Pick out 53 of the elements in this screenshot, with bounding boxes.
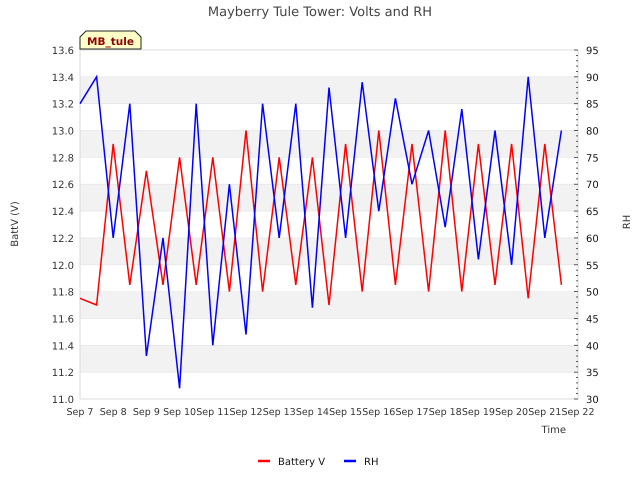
y-tick-label: 11.0: [52, 395, 74, 406]
x-axis-label: Time: [542, 425, 566, 436]
x-tick-label: Sep 9: [132, 407, 160, 418]
x-tick-label: Sep 7: [66, 407, 94, 418]
y2-tick-label: 90: [586, 72, 599, 84]
y2-tick-label: 65: [586, 207, 599, 218]
y2-axis-label: RH: [622, 214, 633, 230]
x-tick-label: Sep 10: [163, 407, 196, 418]
x-tick-label: Sep 17: [396, 407, 428, 418]
y2-tick-label: 35: [586, 368, 599, 380]
legend-label: Battery V: [278, 457, 326, 468]
x-tick-label: Sep 13: [262, 407, 296, 418]
x-tick-label: Sep 11: [196, 407, 230, 418]
legend-label: RH: [364, 457, 378, 468]
y-tick-label: 11.6: [52, 314, 74, 326]
y2-tick-label: 50: [586, 288, 599, 299]
y-tick-label: 12.8: [52, 153, 74, 164]
y-tick-label: 12.6: [52, 180, 74, 192]
y2-tick-label: 95: [586, 46, 599, 57]
y2-tick-label: 75: [586, 153, 599, 164]
chart-title: Mayberry Tule Tower: Volts and RH: [208, 5, 432, 20]
x-tick-label: Sep 8: [100, 407, 127, 418]
y2-tick-label: 40: [586, 341, 599, 352]
y-tick-label: 13.2: [52, 100, 74, 111]
y-tick-label: 11.2: [52, 368, 74, 380]
y2-tick-label: 30: [586, 395, 599, 406]
x-tick-label: Sep 18: [428, 407, 462, 418]
y2-tick-label: 60: [586, 234, 599, 245]
y2-tick-label: 45: [586, 314, 599, 326]
x-tick-label: Sep 21: [528, 407, 562, 418]
x-tick-label: Sep 14: [296, 407, 329, 418]
x-tick-label: Sep 19: [462, 407, 495, 418]
site-label: MB_tule: [80, 30, 142, 50]
y-tick-label: 13.0: [52, 126, 74, 138]
x-tick-label: Sep 20: [495, 407, 528, 418]
y-tick-label: 12.0: [52, 260, 74, 272]
y2-tick-label: 80: [586, 126, 599, 138]
legend-swatch: [344, 460, 356, 462]
y-axis-label: BattV (V): [10, 201, 21, 247]
x-tick-label: Sep 16: [362, 407, 396, 418]
y-tick-label: 11.8: [52, 288, 74, 299]
y2-tick-label: 55: [586, 260, 599, 272]
y-tick-label: 11.4: [52, 341, 74, 352]
y-tick-label: 13.4: [52, 72, 74, 84]
y2-tick-label: 85: [586, 100, 599, 111]
y-tick-label: 12.4: [52, 207, 74, 218]
legend-swatch: [258, 460, 270, 462]
x-tick-label: Sep 12: [230, 407, 262, 418]
x-tick-label: Sep 22: [562, 407, 594, 418]
y2-tick-label: 70: [586, 180, 599, 192]
y-tick-label: 13.6: [52, 46, 74, 57]
y-tick-label: 12.2: [52, 234, 74, 245]
x-tick-label: Sep 15: [329, 407, 362, 418]
